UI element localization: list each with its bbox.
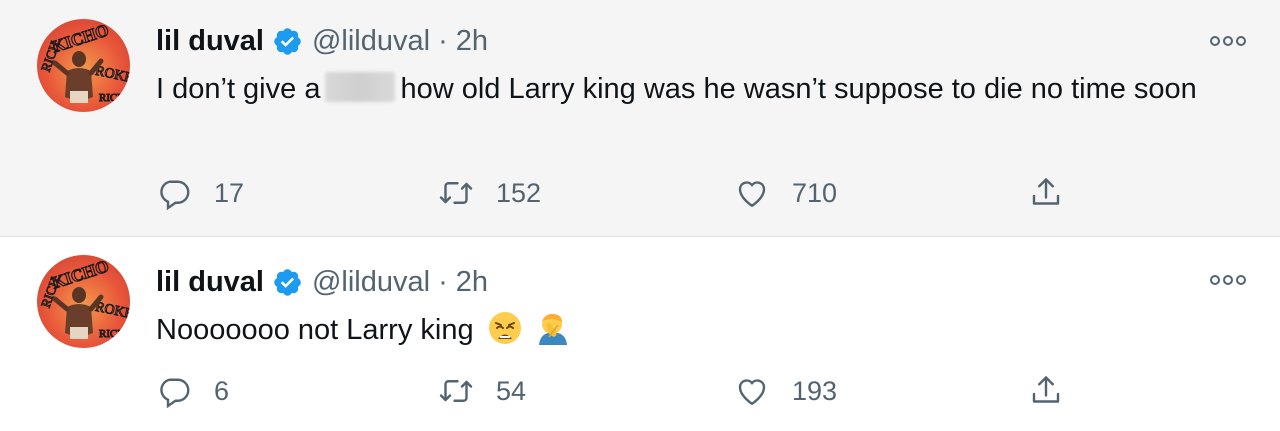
separator: · xyxy=(438,266,448,298)
weary-face-icon xyxy=(488,311,522,357)
retweet-icon xyxy=(439,380,473,402)
svg-text:ROKE: ROKE xyxy=(94,300,130,323)
retweet-button[interactable]: 152 xyxy=(438,173,541,213)
tweet[interactable]: KICHO RICH ROKE RICH lil duval @lilduval… xyxy=(0,0,1280,236)
verified-badge-icon xyxy=(272,26,303,57)
tweet-actions: 17 152 710 xyxy=(156,173,1076,213)
reply-count: 6 xyxy=(214,375,230,406)
author-handle[interactable]: @lilduval xyxy=(312,264,430,300)
reply-count: 17 xyxy=(214,177,245,208)
svg-text:ROKE: ROKE xyxy=(94,64,130,87)
more-options-icon[interactable] xyxy=(1209,34,1247,48)
avatar[interactable]: KICHO RICH ROKE RICH xyxy=(37,255,130,348)
share-button[interactable] xyxy=(1028,173,1064,213)
like-count: 710 xyxy=(792,177,838,208)
timestamp[interactable]: 2h xyxy=(456,264,488,300)
separator: · xyxy=(438,25,448,57)
tweet-actions: 6 54 193 xyxy=(156,371,1076,411)
verified-badge-icon xyxy=(272,267,303,298)
share-icon xyxy=(1032,376,1060,403)
reply-icon xyxy=(160,378,190,409)
heart-icon xyxy=(738,379,766,406)
svg-text:RICH: RICH xyxy=(99,328,125,340)
tweet-text-part: Nooooooo not Larry king xyxy=(156,314,474,346)
like-button[interactable]: 193 xyxy=(734,371,837,411)
like-count: 193 xyxy=(792,375,838,406)
tweet-header: lil duval @lilduval · 2h xyxy=(156,23,488,59)
svg-text:RICH: RICH xyxy=(99,92,125,104)
tweet-header: lil duval @lilduval · 2h xyxy=(156,264,488,300)
tweet-text: Nooooooo not Larry king xyxy=(156,309,1246,357)
reply-button[interactable]: 6 xyxy=(156,371,229,411)
share-button[interactable] xyxy=(1028,371,1064,411)
avatar[interactable]: KICHO RICH ROKE RICH xyxy=(37,19,130,112)
man-facepalming-icon xyxy=(536,311,570,357)
retweet-count: 152 xyxy=(496,177,542,208)
tweet-text-part: how old Larry king was he wasn’t suppose… xyxy=(400,73,1197,105)
author-name[interactable]: lil duval xyxy=(156,264,264,300)
author-handle[interactable]: @lilduval xyxy=(312,23,430,59)
like-button[interactable]: 710 xyxy=(734,173,837,213)
reply-icon xyxy=(160,180,190,211)
tweet[interactable]: KICHO RICH ROKE RICH lil duval @lilduval… xyxy=(0,237,1280,431)
reply-button[interactable]: 17 xyxy=(156,173,244,213)
more-options-icon[interactable] xyxy=(1209,273,1247,287)
author-name[interactable]: lil duval xyxy=(156,23,264,59)
tweet-text-part: I don’t give a xyxy=(156,73,321,105)
timestamp[interactable]: 2h xyxy=(456,23,488,59)
censored-word xyxy=(325,72,396,102)
retweet-button[interactable]: 54 xyxy=(438,371,526,411)
retweet-count: 54 xyxy=(496,375,527,406)
heart-icon xyxy=(738,181,766,208)
retweet-icon xyxy=(439,182,473,204)
share-icon xyxy=(1032,178,1060,205)
tweet-text: I don’t give a how old Larry king was he … xyxy=(156,68,1246,110)
